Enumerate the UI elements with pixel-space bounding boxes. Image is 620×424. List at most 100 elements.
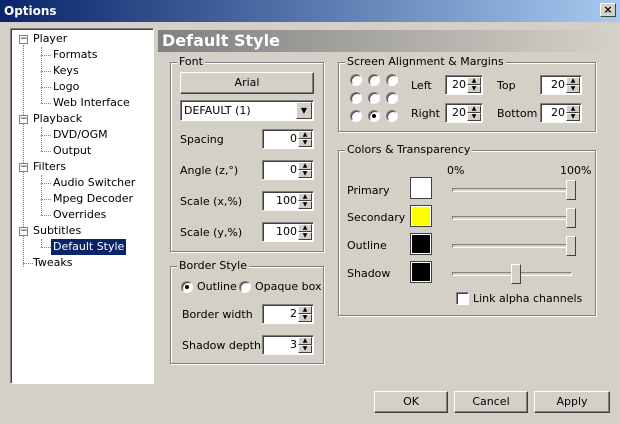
shadow-color-swatch[interactable] [410,261,432,283]
shadow-depth-value: 3 [290,338,297,351]
spin-up-icon[interactable]: ▲ [298,162,312,170]
margin-top-spinner[interactable]: 20 ▲ ▼ [540,75,582,95]
margin-right-label: Right [411,107,440,120]
margin-left-value: 20 [452,78,466,91]
close-button[interactable]: × [600,3,616,17]
shadow-depth-label: Shadow depth [182,339,261,352]
opaque-box-radio-label[interactable]: Opaque box [255,280,321,294]
ok-button[interactable]: OK [374,391,448,413]
collapse-subtitles-icon[interactable]: − [19,227,28,236]
tree-item-formats[interactable]: Formats [53,47,98,63]
margin-left-spinner[interactable]: 20 ▲ ▼ [445,75,483,95]
secondary-color-swatch[interactable] [410,205,432,227]
secondary-alpha-slider[interactable] [566,208,576,228]
align-middle-right-radio[interactable] [386,92,398,104]
spin-down-icon[interactable]: ▼ [467,85,481,93]
tree-item-subtitles[interactable]: Subtitles [33,223,81,239]
apply-button[interactable]: Apply [534,391,610,413]
shadow-alpha-slider[interactable] [511,264,521,284]
outline-radio-label[interactable]: Outline [197,280,237,294]
border-style-group-title: Border Style [177,259,250,273]
align-middle-center-radio[interactable] [368,92,380,104]
font-name-button[interactable]: Arial [180,72,314,94]
spin-up-icon[interactable]: ▲ [566,77,580,85]
align-top-right-radio[interactable] [386,74,398,86]
margin-bottom-label: Bottom [497,107,538,120]
tree-item-output[interactable]: Output [53,143,91,159]
tree-item-player[interactable]: Player [33,31,67,47]
tree-item-logo[interactable]: Logo [53,79,79,95]
primary-label: Primary [347,184,390,197]
tree-item-audio-switcher[interactable]: Audio Switcher [53,175,135,191]
border-width-spinner[interactable]: 2 ▲ ▼ [262,304,314,324]
angle-spinner[interactable]: 0 ▲ ▼ [262,160,314,180]
tree-connector [41,183,51,184]
secondary-label: Secondary [347,211,406,224]
spin-up-icon[interactable]: ▲ [566,105,580,113]
charset-select[interactable]: DEFAULT (1) ▼ [180,100,314,121]
shadow-color-label: Shadow [347,267,391,280]
spin-down-icon[interactable]: ▼ [566,113,580,121]
shadow-depth-spinner[interactable]: 3 ▲ ▼ [262,335,314,355]
outline-radio[interactable] [181,281,193,293]
outline-alpha-slider[interactable] [566,236,576,256]
outline-color-swatch[interactable] [410,233,432,255]
spin-up-icon[interactable]: ▲ [467,77,481,85]
spin-up-icon[interactable]: ▲ [298,193,312,201]
tree-item-playback[interactable]: Playback [33,111,82,127]
spacing-spinner[interactable]: 0 ▲ ▼ [262,129,314,149]
spin-down-icon[interactable]: ▼ [566,85,580,93]
scale-y-label: Scale (y,%) [180,226,243,239]
spin-down-icon[interactable]: ▼ [298,314,312,322]
cancel-button[interactable]: Cancel [454,391,528,413]
tree-item-filters[interactable]: Filters [33,159,66,175]
tree-item-keys[interactable]: Keys [53,63,79,79]
align-top-left-radio[interactable] [350,74,362,86]
margin-right-value: 20 [452,106,466,119]
tree-connector [41,87,51,88]
spin-up-icon[interactable]: ▲ [298,337,312,345]
spin-down-icon[interactable]: ▼ [298,201,312,209]
tree-item-default-style[interactable]: Default Style [51,239,127,255]
align-bottom-center-radio[interactable] [368,110,380,122]
tree-connector [41,55,51,56]
opaque-box-radio[interactable] [239,281,251,293]
link-alpha-label[interactable]: Link alpha channels [473,292,582,306]
align-middle-left-radio[interactable] [350,92,362,104]
collapse-player-icon[interactable]: − [19,35,28,44]
chevron-down-icon[interactable]: ▼ [296,102,312,119]
tree-connector [41,151,51,152]
align-bottom-right-radio[interactable] [386,110,398,122]
tree-item-web-interface[interactable]: Web Interface [53,95,130,111]
primary-color-swatch[interactable] [410,177,432,199]
align-top-center-radio[interactable] [368,74,380,86]
tree-item-mpeg-decoder[interactable]: Mpeg Decoder [53,191,133,207]
spin-up-icon[interactable]: ▲ [467,105,481,113]
spin-down-icon[interactable]: ▼ [298,232,312,240]
tree-item-overrides[interactable]: Overrides [53,207,106,223]
tree-item-dvd-ogm[interactable]: DVD/OGM [53,127,108,143]
spin-down-icon[interactable]: ▼ [298,345,312,353]
primary-alpha-slider[interactable] [566,180,576,200]
margin-top-value: 20 [551,78,565,91]
align-bottom-left-radio[interactable] [350,110,362,122]
scale-x-spinner[interactable]: 100 ▲ ▼ [262,191,314,211]
tree-item-tweaks[interactable]: Tweaks [33,255,73,271]
colors-group-title: Colors & Transparency [345,143,473,157]
spin-up-icon[interactable]: ▲ [298,131,312,139]
scale-y-spinner[interactable]: 100 ▲ ▼ [262,222,314,242]
link-alpha-checkbox[interactable] [456,292,469,305]
spin-up-icon[interactable]: ▲ [298,306,312,314]
collapse-filters-icon[interactable]: − [19,163,28,172]
margin-bottom-spinner[interactable]: 20 ▲ ▼ [540,103,582,123]
spin-down-icon[interactable]: ▼ [467,113,481,121]
collapse-playback-icon[interactable]: − [19,115,28,124]
spin-down-icon[interactable]: ▼ [298,139,312,147]
spin-up-icon[interactable]: ▲ [298,224,312,232]
margin-top-label: Top [497,79,516,92]
scale-y-value: 100 [276,225,297,238]
options-tree[interactable]: − − − − Player Formats Keys Logo Web Int… [10,28,154,384]
margin-right-spinner[interactable]: 20 ▲ ▼ [445,103,483,123]
spin-down-icon[interactable]: ▼ [298,170,312,178]
tree-connector [41,247,51,248]
